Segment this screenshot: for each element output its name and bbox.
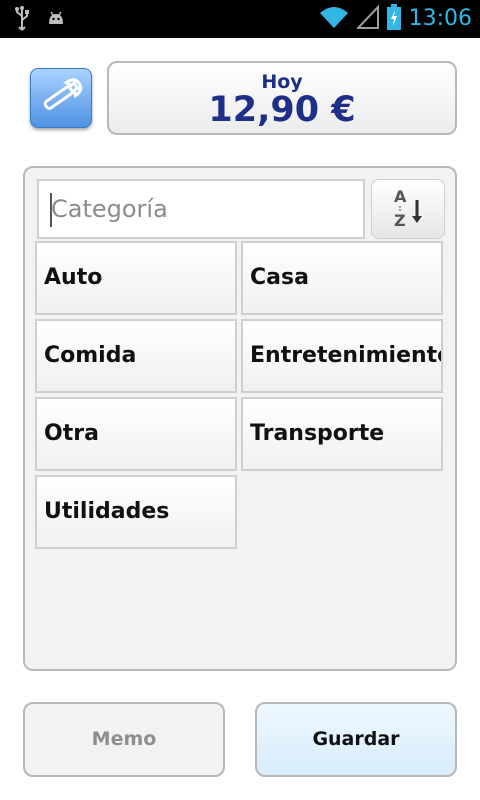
android-debug-icon (46, 10, 66, 32)
wifi-icon (319, 5, 349, 33)
battery-charging-icon (386, 4, 401, 34)
system-status: 13:06 (319, 4, 472, 34)
wrench-icon (37, 74, 85, 122)
sort-button[interactable]: A Z (371, 179, 445, 239)
svg-text:Z: Z (394, 211, 406, 230)
memo-button[interactable]: Memo (23, 702, 225, 777)
category-button-utilidades[interactable]: Utilidades (35, 475, 237, 549)
today-amount: 12,90 € (208, 90, 356, 130)
category-button-auto[interactable]: Auto (35, 241, 237, 315)
category-button-otra[interactable]: Otra (35, 397, 237, 471)
notification-icons (14, 6, 66, 36)
settings-button[interactable] (30, 68, 92, 128)
category-button-entretenimiento[interactable]: Entretenimiento (241, 319, 443, 393)
status-bar: 13:06 (0, 0, 480, 38)
category-button-comida[interactable]: Comida (35, 319, 237, 393)
usb-icon (14, 6, 30, 36)
category-search-input[interactable]: Categoría (37, 179, 365, 239)
sort-az-icon: A Z (390, 184, 426, 234)
today-total-box: Hoy 12,90 € (107, 61, 457, 135)
signal-icon (355, 4, 379, 33)
category-button-transporte[interactable]: Transporte (241, 397, 443, 471)
category-panel: Categoría A Z Auto Casa Comida Entreteni… (23, 166, 457, 671)
save-button[interactable]: Guardar (255, 702, 457, 777)
svg-text:A: A (394, 187, 407, 206)
clock: 13:06 (408, 6, 472, 31)
category-button-casa[interactable]: Casa (241, 241, 443, 315)
